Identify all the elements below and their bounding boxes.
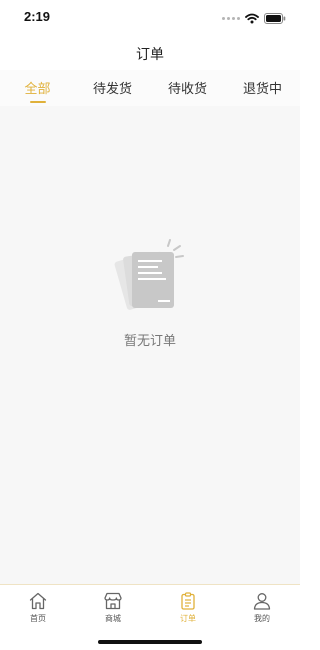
tab-label: 待收货: [167, 82, 207, 97]
empty-order-documents-icon: [114, 239, 184, 310]
tabbar-item-store[interactable]: 商城: [88, 591, 138, 624]
orders-screen: 2:19 订单 全部 待发货 待收货 退货中 暂无订单 首页 商城 订单 我的: [0, 0, 300, 650]
order-status-tabs: 全部 待发货 待收货 退货中: [0, 70, 300, 106]
tab-label: 全部: [24, 82, 51, 97]
nav-bar: 订单: [0, 36, 300, 70]
tab-pending-shipment[interactable]: 待发货: [75, 70, 150, 106]
order-list-area: 暂无订单: [0, 106, 300, 584]
tab-all[interactable]: 全部: [0, 70, 75, 106]
tab-label: 待发货: [92, 82, 132, 97]
battery-icon: [264, 12, 286, 24]
tabbar-item-profile[interactable]: 我的: [237, 591, 287, 624]
status-time: 2:19: [24, 9, 51, 24]
store-icon: [104, 592, 122, 610]
cellular-dots-icon: [222, 16, 240, 20]
tabbar-label: 首页: [30, 614, 46, 623]
tab-pending-receipt[interactable]: 待收货: [150, 70, 225, 106]
tabbar-label: 商城: [105, 614, 121, 623]
tab-returning[interactable]: 退货中: [225, 70, 300, 106]
status-bar: 2:19: [0, 0, 300, 36]
tabbar-item-orders[interactable]: 订单: [163, 591, 213, 624]
status-icons: [222, 11, 286, 25]
tab-label: 退货中: [242, 82, 282, 97]
tabbar-label: 订单: [180, 614, 196, 623]
wifi-icon: [245, 13, 259, 23]
tabbar-item-home[interactable]: 首页: [13, 591, 63, 624]
user-icon: [253, 593, 271, 610]
order-clipboard-icon: [181, 592, 195, 610]
empty-state-message: 暂无订单: [123, 334, 176, 349]
home-icon: [29, 592, 47, 610]
home-indicator: [98, 640, 202, 644]
page-title: 订单: [136, 47, 164, 63]
tabbar-label: 我的: [254, 614, 270, 623]
active-tab-indicator: [29, 101, 46, 103]
